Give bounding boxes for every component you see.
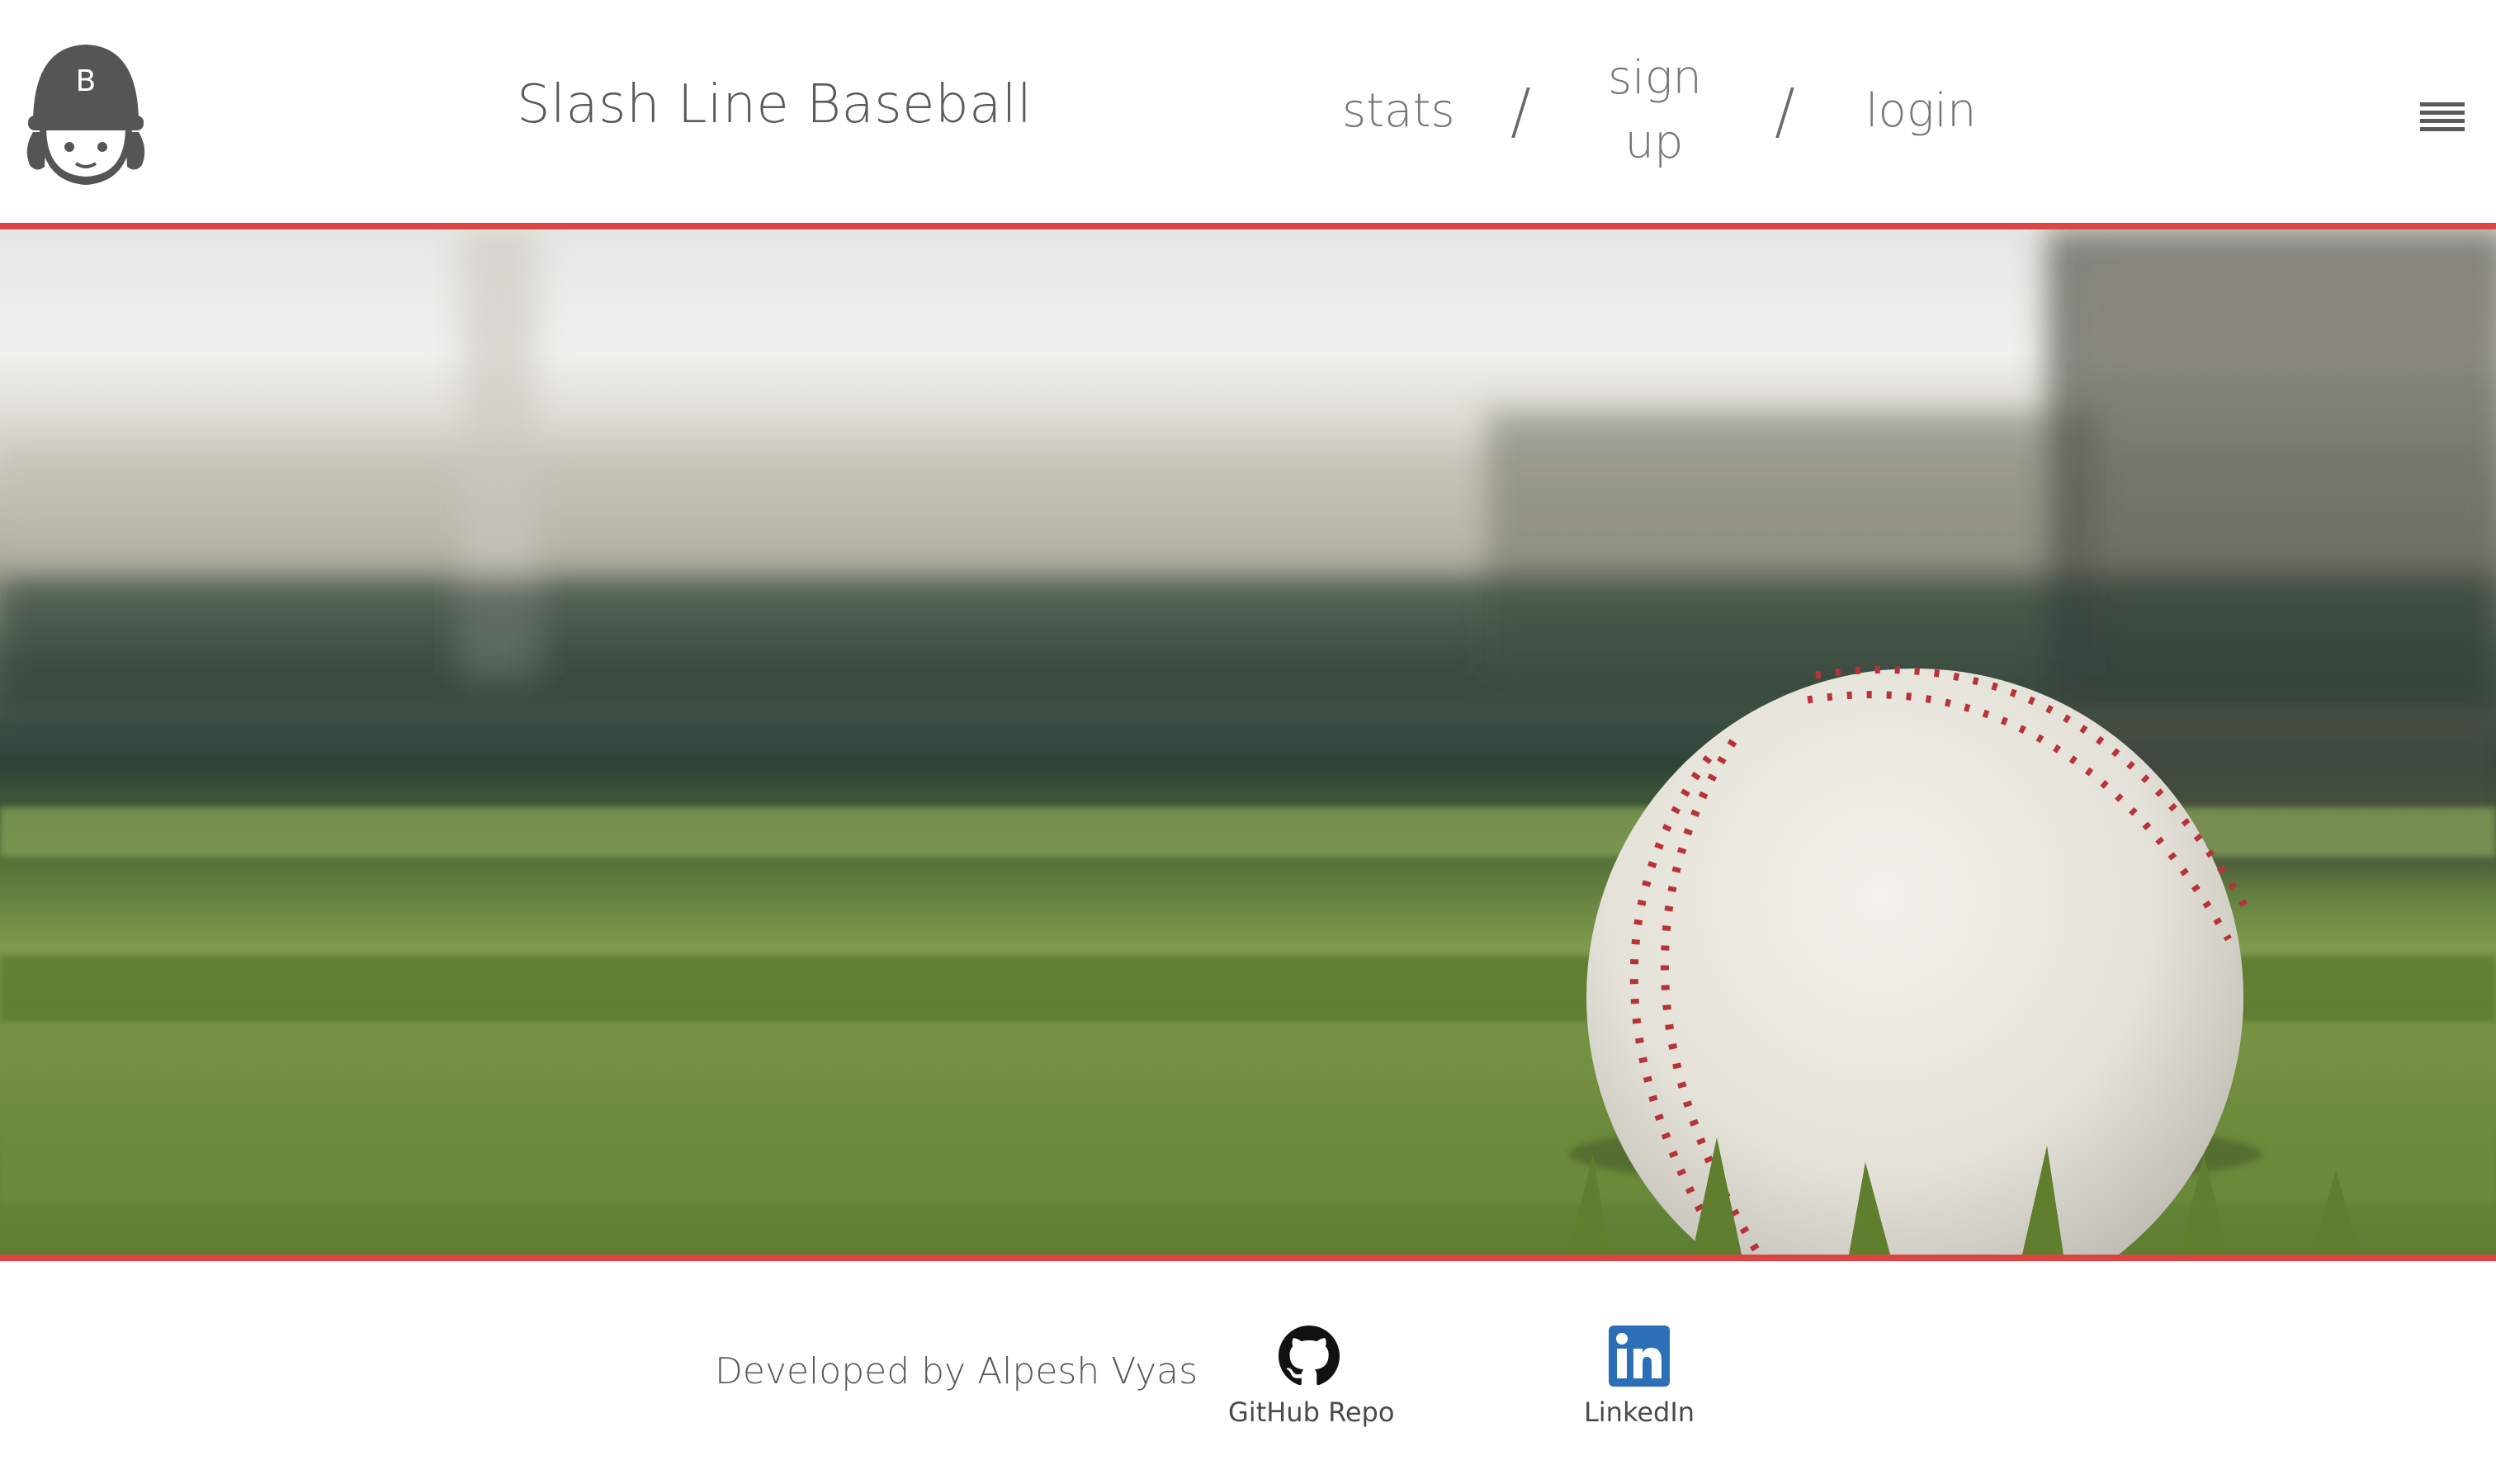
nav-login-link[interactable]: login bbox=[1865, 79, 1976, 144]
site-header: B Slash Line Baseball stats / sign up / … bbox=[0, 0, 2496, 223]
nav-separator: / bbox=[1510, 76, 1531, 147]
site-footer: Developed by Alpesh Vyas GitHub Repo Lin… bbox=[0, 1261, 2496, 1484]
hero-image bbox=[0, 229, 2496, 1255]
site-title[interactable]: Slash Line Baseball bbox=[517, 74, 1032, 135]
hero-bottom-border bbox=[0, 1255, 2496, 1261]
logo-icon[interactable]: B bbox=[21, 41, 150, 188]
nav-signup-line2: up bbox=[1624, 116, 1684, 169]
nav-stats-link[interactable]: stats bbox=[1342, 79, 1455, 144]
nav-signup-line1: sign bbox=[1608, 51, 1702, 105]
nav-separator: / bbox=[1775, 76, 1795, 147]
logo-letter: B bbox=[76, 64, 97, 98]
github-repo-link[interactable]: GitHub Repo bbox=[1228, 1326, 1395, 1428]
linkedin-icon bbox=[1609, 1326, 1670, 1387]
hamburger-menu-icon[interactable] bbox=[2420, 102, 2465, 139]
linkedin-label: LinkedIn bbox=[1583, 1397, 1695, 1428]
linkedin-link[interactable]: LinkedIn bbox=[1575, 1326, 1704, 1428]
github-icon bbox=[1279, 1326, 1340, 1386]
github-label: GitHub Repo bbox=[1228, 1397, 1395, 1428]
nav-signup-link[interactable]: sign up bbox=[1608, 46, 1702, 175]
hero-top-border bbox=[0, 223, 2496, 229]
developer-credit: Developed by Alpesh Vyas bbox=[715, 1350, 1198, 1392]
